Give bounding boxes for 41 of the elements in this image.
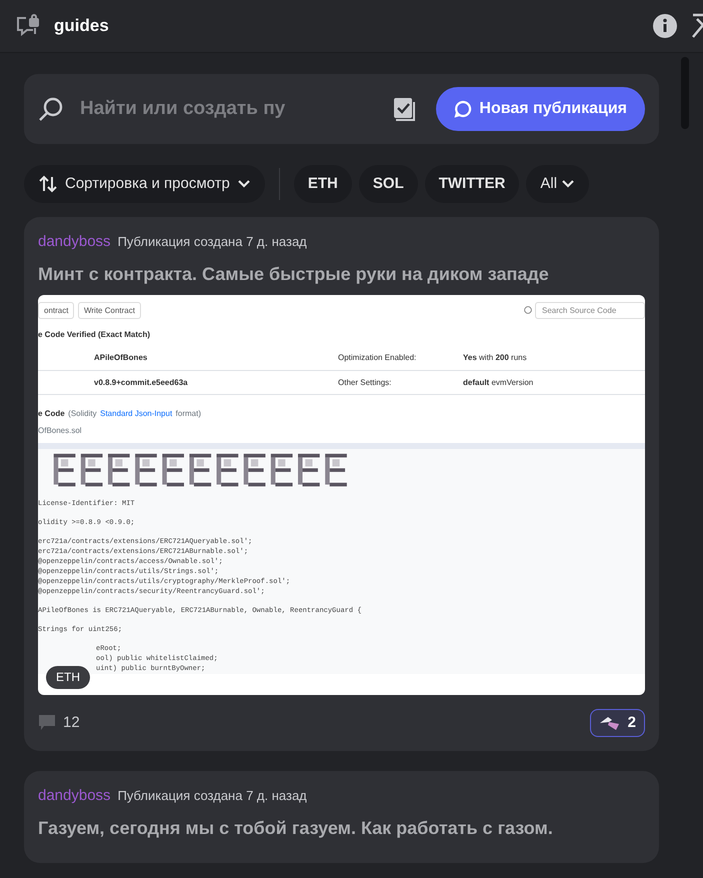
source-search-field[interactable]: Search Source Code: [535, 302, 645, 320]
reaction-icon: [598, 714, 621, 731]
checklist-book-icon[interactable]: [392, 96, 416, 122]
post-time: Публикация создана 7 д. назад: [118, 233, 307, 251]
tag-filter[interactable]: SOL: [358, 165, 418, 203]
section-heading: e Code: [38, 409, 65, 419]
setting-label: Optimization Enabled:: [338, 353, 418, 363]
sort-dropdown[interactable]: Сортировка и просмотр: [24, 165, 265, 203]
sort-arrows-icon: [38, 174, 58, 194]
format-link[interactable]: Standard Json-Input: [100, 409, 172, 419]
info-icon[interactable]: [653, 14, 677, 38]
reaction-button[interactable]: 2: [590, 708, 645, 737]
help-icon: [524, 306, 532, 314]
setting-value: Yes with 200 runs: [463, 353, 527, 363]
toolbar-button[interactable]: Write Contract: [78, 302, 141, 320]
channel-title: guides: [54, 15, 109, 38]
file-name: OfBones.sol: [38, 426, 83, 436]
contract-value: v0.8.9+commit.e5eed63a: [93, 378, 189, 388]
tag-dropdown[interactable]: All: [526, 165, 589, 203]
post-time: Публикация создана 7 д. назад: [118, 787, 307, 805]
chevron-down-icon: [560, 179, 575, 189]
tag-badge: ETH: [46, 666, 90, 688]
verified-heading: e Code Verified (Exact Match): [38, 330, 152, 340]
format-note: format): [176, 409, 202, 419]
search-field[interactable]: Найти или создать пу: [78, 94, 378, 124]
comment-icon: [38, 714, 56, 732]
setting-label: Other Settings:: [338, 378, 392, 388]
post-title[interactable]: Минт с контракта. Самые быстрые руки на диком западе: [38, 260, 645, 288]
chat-bubble-icon: [454, 100, 472, 118]
contract-value: APileOfBones: [93, 353, 148, 363]
new-post-button[interactable]: Новая публикация: [436, 87, 645, 131]
format-note: (Solidity: [68, 409, 97, 419]
chevron-down-icon: [236, 179, 251, 189]
tag-filter[interactable]: TWITTER: [424, 165, 520, 203]
post-title[interactable]: Газуем, сегодня мы с тобой газуем. Как работать с газом.: [38, 814, 645, 842]
setting-value: default evmVersion: [463, 378, 534, 388]
comment-count: 12: [63, 712, 80, 732]
toolbar-button[interactable]: ontract: [38, 302, 74, 320]
search-icon: [38, 96, 64, 122]
chat-lock-icon: [14, 13, 40, 39]
tag-filter[interactable]: ETH: [294, 165, 352, 203]
